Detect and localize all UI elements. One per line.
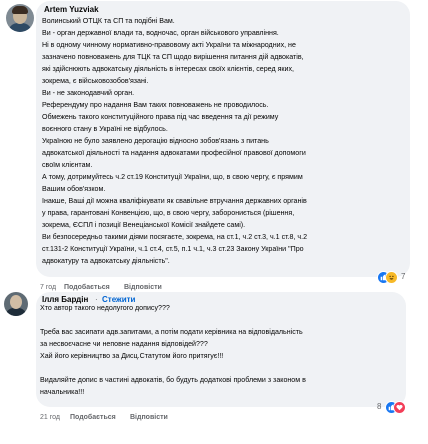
comment-line: зокрема, є військовозобов'язані. — [42, 77, 149, 85]
comment-line: Референдуму про надання Вам таких повнов… — [42, 101, 269, 109]
comment-line: адвокатської діяльності та надання адвок… — [42, 149, 306, 157]
comment-line: ст.131-2 Конституції України, ч.1 ст.4, … — [42, 245, 304, 253]
comment-line: Волинський ОТЦК та СП та подібні Вам. — [42, 17, 175, 25]
reply-button[interactable]: Відповісти — [124, 284, 162, 291]
comment-thread: Artem Yuzviak Волинський ОТЦК та СП та п… — [0, 0, 428, 444]
comment-line: Хай його керівництво за Дисц.Статутом йо… — [40, 352, 224, 360]
comment-author[interactable]: Artem Yuzviak — [44, 5, 99, 14]
comment-bubble: Ілля Бардін · Стежити Хто автор такого н… — [36, 292, 406, 407]
like-button[interactable]: Подобається — [70, 414, 116, 421]
comment-line: зокрема, ЄСПЛ і позиції Венеціанської Ко… — [42, 221, 246, 229]
comment-line: які здійснюють адвокатську діяльність в … — [42, 65, 295, 73]
reaction-count: 8 — [377, 402, 382, 411]
comment-line: Україною не було заявлено дерогацію відн… — [42, 137, 269, 145]
avatar[interactable] — [4, 292, 28, 316]
comment-author[interactable]: Ілля Бардін — [42, 295, 88, 304]
comment-line: Ні в одному чинному нормативно-правовому… — [42, 41, 296, 49]
comment-bubble: Artem Yuzviak Волинський ОТЦК та СП та п… — [36, 1, 410, 277]
comment-timestamp[interactable]: 21 год — [40, 414, 60, 421]
comment-line: Видаляйте допис в частині адвокатів, бо … — [40, 376, 306, 384]
comment-line: воєнного стану в Україні не відбулось. — [42, 125, 168, 133]
comment-line: начальника!!! — [40, 388, 85, 396]
comment-line: Треба вас засипати адв.запитами, а потім… — [40, 328, 303, 336]
like-button[interactable]: Подобається — [64, 284, 110, 291]
comment-line: А тому, дотримуйтесь ч.2 ст.19 Конституц… — [42, 173, 303, 181]
follow-button[interactable]: Стежити — [102, 295, 135, 304]
comment-line: зазначено повноважень для ТЦК та СП щодо… — [42, 53, 304, 61]
comment-line: Ви - не законодавчий орган. — [42, 89, 135, 97]
reply-button[interactable]: Відповісти — [130, 414, 168, 421]
comment-timestamp[interactable]: 7 год — [40, 284, 56, 291]
comment-line: Обмежень такого конституційного права пі… — [42, 113, 279, 121]
comment-line: Вашим обов'язком. — [42, 185, 106, 193]
haha-icon — [385, 271, 398, 284]
comment-line: за несвоєчасне чи неповне надання відпов… — [40, 340, 208, 348]
comment-line: Ви безпосередньо такими діями посягаєте,… — [42, 233, 308, 241]
reaction-count: 7 — [401, 272, 406, 281]
avatar[interactable] — [6, 4, 34, 32]
comment-line: Інакше, Ваші дії можна кваліфікувати як … — [42, 197, 307, 205]
love-icon — [393, 401, 406, 414]
comment-line: своїм клієнтам. — [42, 161, 93, 169]
comment-line: адвокатуру та адвокатську діяльність". — [42, 257, 170, 265]
comment-line: Хто автор такого недолугого допису??? — [40, 304, 170, 312]
comment-line: у права, гарантовані Конвенцією, що, в с… — [42, 209, 295, 217]
comment-line: Ви - орган державної влади та, водночас,… — [42, 29, 279, 37]
separator-dot: · — [95, 295, 98, 304]
